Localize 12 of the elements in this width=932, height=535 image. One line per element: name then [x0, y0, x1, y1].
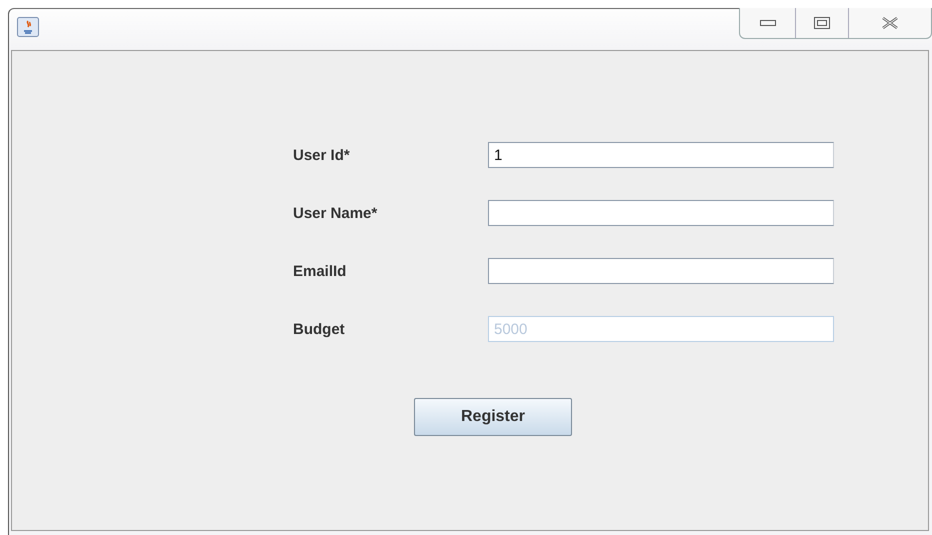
input-field[interactable]: 1 [488, 142, 834, 168]
register-button[interactable]: Register [414, 398, 572, 436]
field-label: Budget [293, 320, 346, 338]
input-field[interactable] [488, 200, 834, 226]
maximize-icon [814, 17, 830, 29]
field-label: User Name* [293, 204, 378, 222]
app-icon [17, 17, 39, 37]
input-field[interactable] [488, 258, 834, 284]
close-icon [881, 16, 899, 30]
minimize-icon [760, 20, 776, 26]
field-label: EmailId [293, 262, 348, 280]
field-label: User Id* [293, 146, 351, 164]
